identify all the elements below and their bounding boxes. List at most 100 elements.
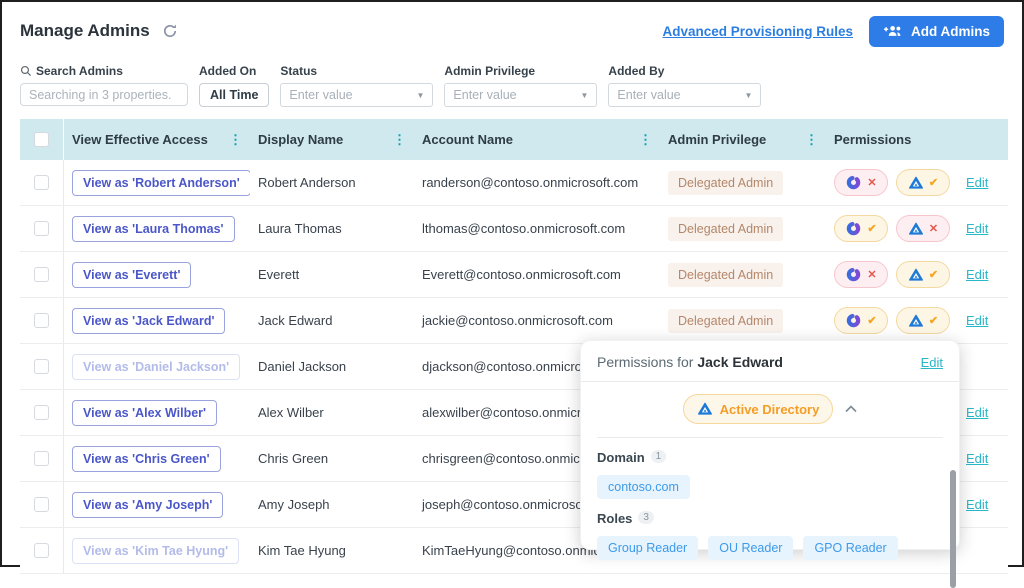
account-name-cell: lthomas@contoso.onmicrosoft.com — [422, 221, 626, 236]
permission-tag[interactable]: GPO Reader — [803, 536, 898, 560]
column-menu-icon[interactable]: ⋮ — [805, 132, 818, 148]
column-view-effective-access: View Effective Access — [72, 132, 208, 147]
added-on-label: Added On — [199, 64, 257, 78]
admin-privilege-label: Admin Privilege — [444, 64, 536, 78]
advanced-provisioning-rules-link[interactable]: Advanced Provisioning Rules — [662, 24, 853, 39]
admin-privilege-dropdown[interactable]: Enter value ▼ — [444, 83, 598, 107]
row-checkbox[interactable] — [34, 175, 49, 190]
account-name-cell: Everett@contoso.onmicrosoft.com — [422, 267, 621, 282]
search-input[interactable] — [20, 83, 188, 106]
granted-check-icon: ✔ — [928, 269, 939, 281]
display-name-cell: Laura Thomas — [258, 221, 342, 236]
ad-icon — [908, 313, 924, 329]
column-permissions: Permissions — [834, 132, 912, 147]
admin-privilege-badge: Delegated Admin — [668, 216, 784, 241]
popup-scrollbar[interactable] — [950, 470, 956, 588]
ad-permission-pill[interactable]: ✔ — [896, 261, 950, 288]
row-checkbox[interactable] — [34, 359, 49, 374]
granted-check-icon: ✔ — [867, 315, 877, 327]
table-row: View as 'Everett' Everett Everett@contos… — [20, 252, 1008, 298]
permission-tag[interactable]: contoso.com — [597, 475, 690, 499]
refresh-icon[interactable] — [162, 23, 178, 39]
permission-tag[interactable]: Group Reader — [597, 536, 699, 560]
view-as-button[interactable]: View as 'Everett' — [72, 261, 192, 288]
add-admins-button[interactable]: Add Admins — [869, 15, 1004, 47]
row-checkbox[interactable] — [34, 543, 49, 558]
edit-permissions-link[interactable]: Edit — [966, 221, 988, 236]
column-menu-icon[interactable]: ⋮ — [229, 132, 242, 148]
edit-permissions-link[interactable]: Edit — [966, 175, 988, 190]
admin-privilege-badge: Delegated Admin — [668, 262, 784, 287]
table-header-row: View Effective Access ⋮ Display Name ⋮ Acc… — [20, 119, 1008, 160]
column-display-name: Display Name — [258, 132, 344, 147]
display-name-cell: Everett — [258, 267, 300, 282]
row-checkbox[interactable] — [34, 313, 49, 328]
permission-pills: ✕ ✔ — [834, 169, 956, 196]
row-checkbox[interactable] — [34, 497, 49, 512]
added-by-label: Added By — [608, 64, 665, 78]
m365-permission-pill[interactable]: ✔ — [834, 307, 888, 334]
popup-section: Domain 1 contoso.com — [597, 449, 943, 499]
chevron-up-icon[interactable] — [845, 405, 857, 413]
column-menu-icon[interactable]: ⋮ — [393, 132, 406, 148]
ad-permission-pill[interactable]: ✔ — [896, 169, 950, 196]
popup-section: Roles 3 Group Reader OU Reader GPO Reader — [597, 510, 943, 560]
granted-check-icon: ✔ — [867, 223, 877, 235]
view-as-button[interactable]: View as 'Chris Green' — [72, 445, 221, 472]
view-as-button[interactable]: View as 'Jack Edward' — [72, 307, 226, 334]
view-as-button[interactable]: View as 'Amy Joseph' — [72, 491, 224, 518]
view-as-button[interactable]: View as 'Robert Anderson' — [72, 169, 250, 196]
search-label: Search Admins — [20, 64, 188, 78]
m365-permission-pill[interactable]: ✔ — [834, 215, 888, 242]
edit-permissions-link[interactable]: Edit — [966, 497, 988, 512]
active-directory-icon — [697, 401, 713, 417]
active-directory-pill[interactable]: Active Directory — [682, 394, 834, 424]
permission-tag[interactable]: OU Reader — [708, 536, 794, 560]
edit-permissions-link[interactable]: Edit — [966, 267, 988, 282]
popup-edit-link[interactable]: Edit — [921, 355, 943, 370]
chevron-down-icon: ▼ — [416, 90, 425, 100]
view-as-button[interactable]: View as 'Alex Wilber' — [72, 399, 218, 426]
column-account-name: Account Name — [422, 132, 514, 147]
display-name-cell: Amy Joseph — [258, 497, 330, 512]
m365-permission-pill[interactable]: ✕ — [834, 169, 888, 196]
ad-permission-pill[interactable]: ✔ — [896, 307, 950, 334]
edit-permissions-link[interactable]: Edit — [966, 451, 988, 466]
granted-check-icon: ✔ — [928, 177, 939, 189]
row-checkbox[interactable] — [34, 405, 49, 420]
added-on-filter-button[interactable]: All Time — [199, 83, 270, 107]
display-name-cell: Kim Tae Hyung — [258, 543, 346, 558]
section-tags: Group Reader OU Reader GPO Reader — [597, 536, 943, 560]
select-all-checkbox[interactable] — [34, 132, 49, 147]
display-name-cell: Chris Green — [258, 451, 329, 466]
denied-x-icon: ✕ — [867, 269, 877, 281]
chevron-down-icon: ▼ — [744, 90, 753, 100]
added-by-dropdown[interactable]: Enter value ▼ — [608, 83, 762, 107]
row-checkbox[interactable] — [34, 221, 49, 236]
m365-icon — [845, 220, 862, 237]
table-row: View as 'Laura Thomas' Laura Thomas ltho… — [20, 206, 1008, 252]
m365-icon — [845, 312, 862, 329]
edit-permissions-link[interactable]: Edit — [966, 313, 988, 328]
granted-check-icon: ✔ — [928, 315, 939, 327]
column-admin-privilege: Admin Privilege — [668, 132, 767, 147]
section-label: Domain — [597, 450, 645, 465]
row-checkbox[interactable] — [34, 267, 49, 282]
status-dropdown[interactable]: Enter value ▼ — [280, 83, 434, 107]
permissions-popup: Permissions for Jack Edward Edit Active … — [580, 340, 960, 588]
view-as-button[interactable]: View as 'Daniel Jackson' — [72, 353, 241, 380]
page-title: Manage Admins — [20, 21, 150, 40]
view-as-button[interactable]: View as 'Laura Thomas' — [72, 215, 235, 242]
row-checkbox[interactable] — [34, 451, 49, 466]
display-name-cell: Daniel Jackson — [258, 359, 347, 374]
table-row: View as 'Jack Edward' Jack Edward jackie… — [20, 298, 1008, 344]
filter-bar: Search Admins Added On All Time Status E… — [20, 64, 762, 107]
column-menu-icon[interactable]: ⋮ — [639, 132, 652, 148]
edit-permissions-link[interactable]: Edit — [966, 405, 988, 420]
ad-permission-pill[interactable]: ✕ — [896, 215, 950, 242]
m365-icon — [845, 266, 862, 283]
m365-permission-pill[interactable]: ✕ — [834, 261, 888, 288]
section-label: Roles — [597, 511, 633, 526]
top-bar: Manage Admins Advanced Provisioning Rule… — [2, 2, 1022, 60]
view-as-button[interactable]: View as 'Kim Tae Hyung' — [72, 537, 240, 564]
